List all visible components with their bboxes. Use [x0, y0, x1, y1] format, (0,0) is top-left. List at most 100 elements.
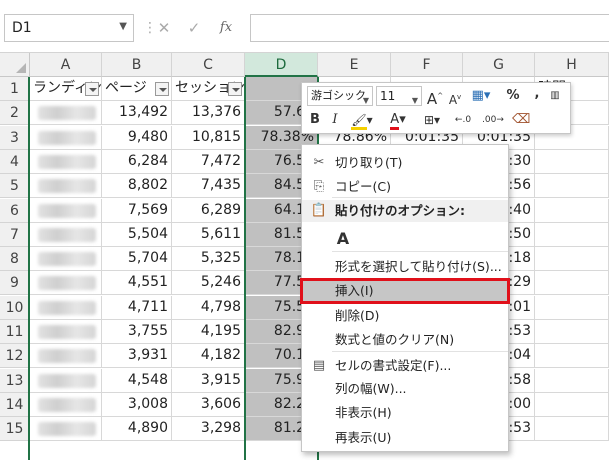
shrink-font-button[interactable]: Av — [446, 87, 464, 107]
cell-b13[interactable]: 4,548 — [102, 368, 172, 393]
grow-font-button[interactable]: A^ — [426, 86, 444, 108]
cell-a10[interactable] — [30, 295, 102, 320]
row-header[interactable]: 12 — [0, 344, 30, 369]
cell-h12[interactable] — [535, 344, 609, 369]
cell-h13[interactable] — [535, 368, 609, 393]
cell-h5[interactable] — [535, 174, 609, 199]
cell-a8[interactable] — [30, 247, 102, 272]
row-header[interactable]: 3 — [0, 125, 30, 150]
cell-c13[interactable]: 3,915 — [172, 368, 245, 393]
menu-item-10[interactable]: 非表示(H) — [302, 402, 508, 424]
row-header[interactable]: 10 — [0, 295, 30, 320]
cell-h8[interactable] — [535, 247, 609, 272]
fill-color-button[interactable]: 🖌▾ — [346, 110, 378, 130]
column-header-h[interactable]: H — [535, 53, 609, 77]
menu-item-9[interactable]: 列の幅(W)... — [302, 378, 508, 400]
font-size-select[interactable]: 11 ▼ — [376, 86, 422, 106]
column-header-g[interactable]: G — [463, 53, 535, 77]
filter-dropdown-icon[interactable] — [155, 82, 169, 96]
row-header[interactable]: 13 — [0, 368, 30, 393]
cell-c4[interactable]: 7,472 — [172, 149, 245, 174]
increase-decimal-icon[interactable]: ←.0 — [450, 110, 476, 130]
cell-c11[interactable]: 4,195 — [172, 320, 245, 344]
cell-b15[interactable]: 4,890 — [102, 417, 172, 442]
cell-b1[interactable]: ページ — [102, 77, 172, 101]
cell-a9[interactable] — [30, 271, 102, 296]
cell-h15[interactable] — [535, 417, 609, 442]
cell-b12[interactable]: 3,931 — [102, 344, 172, 369]
cell-c6[interactable]: 6,289 — [172, 198, 245, 223]
menu-item-7[interactable]: 数式と値のクリア(N) — [302, 329, 508, 351]
enter-formula-button[interactable]: ✓ — [180, 14, 208, 42]
cell-a2[interactable] — [30, 101, 102, 126]
row-header[interactable]: 7 — [0, 222, 30, 247]
column-header-e[interactable]: E — [318, 53, 391, 77]
bold-button[interactable]: B — [306, 110, 324, 130]
chevron-down-icon[interactable]: ▼ — [119, 21, 127, 32]
cell-b4[interactable]: 6,284 — [102, 149, 172, 174]
font-name-select[interactable]: 游ゴシック ▼ — [307, 86, 373, 106]
menu-item-11[interactable]: 再表示(U) — [302, 427, 508, 449]
cell-a1[interactable]: ランディング ページ — [30, 77, 102, 101]
menu-item-4[interactable]: 形式を選択して貼り付け(S)... — [302, 256, 508, 278]
row-header[interactable]: 6 — [0, 198, 30, 223]
menu-item-8[interactable]: ▤ セルの書式設定(F)... — [302, 355, 508, 377]
name-box[interactable]: D1 ▼ — [4, 14, 134, 42]
decrease-decimal-icon[interactable]: .00→ — [480, 110, 506, 130]
row-header[interactable]: 4 — [0, 149, 30, 174]
column-header-a[interactable]: A — [30, 53, 102, 77]
borders-icon[interactable]: ⊞▾ — [418, 110, 446, 130]
formula-input[interactable] — [250, 14, 609, 42]
cell-b11[interactable]: 3,755 — [102, 320, 172, 344]
cell-a13[interactable] — [30, 368, 102, 393]
cell-h14[interactable] — [535, 392, 609, 417]
cell-c8[interactable]: 5,325 — [172, 247, 245, 272]
cell-a15[interactable] — [30, 417, 102, 442]
menu-item-1[interactable]: ⎘ コピー(C) — [302, 176, 508, 198]
menu-item-0[interactable]: ✂ 切り取り(T) — [302, 152, 508, 174]
filter-dropdown-icon[interactable] — [85, 82, 99, 96]
cell-c3[interactable]: 10,815 — [172, 125, 245, 150]
cell-c9[interactable]: 5,246 — [172, 271, 245, 296]
clear-format-icon[interactable]: ⌫ — [512, 110, 530, 130]
cancel-formula-button[interactable]: ✕ — [150, 14, 178, 42]
cell-b8[interactable]: 5,704 — [102, 247, 172, 272]
cell-a3[interactable] — [30, 125, 102, 150]
row-header[interactable]: 5 — [0, 174, 30, 199]
cell-c12[interactable]: 4,182 — [172, 344, 245, 369]
cell-c7[interactable]: 5,611 — [172, 222, 245, 247]
cell-h11[interactable] — [535, 320, 609, 344]
cell-a6[interactable] — [30, 198, 102, 223]
comma-style-button[interactable]: , — [528, 84, 546, 104]
cell-b3[interactable]: 9,480 — [102, 125, 172, 150]
cell-b9[interactable]: 4,551 — [102, 271, 172, 296]
row-header[interactable]: 11 — [0, 320, 30, 344]
insert-function-button[interactable]: fx — [212, 14, 240, 42]
cell-h4[interactable] — [535, 149, 609, 174]
column-header-d[interactable]: D — [245, 53, 318, 77]
cell-c1[interactable]: セッション — [172, 77, 245, 101]
menu-item-6[interactable]: 削除(D) — [302, 305, 508, 327]
percent-style-button[interactable]: % — [504, 86, 522, 106]
cell-a11[interactable] — [30, 320, 102, 344]
accounting-format-icon[interactable]: ▦▾ — [468, 86, 494, 106]
row-header[interactable]: 2 — [0, 101, 30, 126]
cell-h7[interactable] — [535, 222, 609, 247]
select-all-button[interactable] — [0, 53, 30, 77]
cell-a7[interactable] — [30, 222, 102, 247]
cell-b6[interactable]: 7,569 — [102, 198, 172, 223]
cell-c14[interactable]: 3,606 — [172, 392, 245, 417]
row-header[interactable]: 14 — [0, 392, 30, 417]
row-header[interactable]: 1 — [0, 77, 30, 101]
font-color-button[interactable]: A▾ — [382, 110, 414, 130]
row-header[interactable]: 9 — [0, 271, 30, 296]
cell-c15[interactable]: 3,298 — [172, 417, 245, 442]
cell-b7[interactable]: 5,504 — [102, 222, 172, 247]
menu-item-3[interactable]: A — [302, 224, 508, 254]
column-header-f[interactable]: F — [391, 53, 463, 77]
filter-dropdown-icon[interactable] — [228, 82, 242, 96]
column-header-b[interactable]: B — [102, 53, 172, 77]
menu-item-5[interactable]: 挿入(I) — [300, 278, 510, 304]
cell-a14[interactable] — [30, 392, 102, 417]
cell-h6[interactable] — [535, 198, 609, 223]
